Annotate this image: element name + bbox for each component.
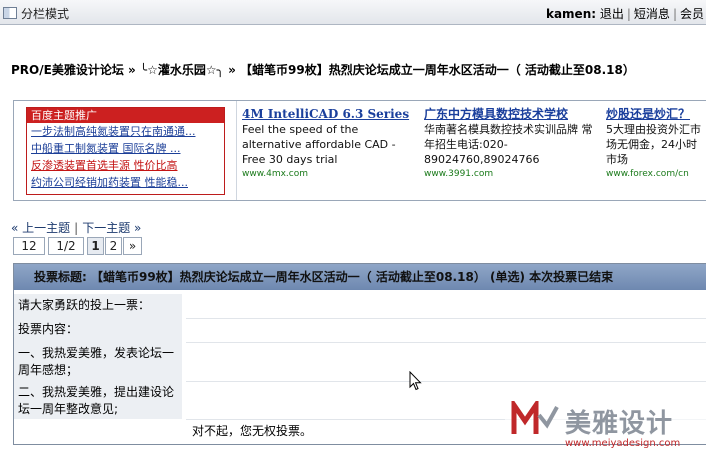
poll-value	[186, 294, 706, 319]
text-ad-link[interactable]: 中船重工制氮装置 国际名牌 ...	[27, 140, 224, 157]
poll-title: 投票标题: 【蜡笔币99枚】热烈庆论坛成立一周年水区活动一（ 活动截止至08.1…	[14, 264, 706, 290]
ad-title[interactable]: 4M IntelliCAD 6.3 Series	[242, 107, 414, 122]
ad-divider	[236, 101, 237, 200]
poll-value	[186, 318, 706, 343]
poll-label: 请大家勇跃的投上一票：	[14, 294, 182, 318]
ad-url[interactable]: www.3991.com	[424, 167, 599, 182]
text-ad-link[interactable]: 反渗透装置首选丰源 性价比高	[27, 157, 224, 174]
watermark-url: www.meiyadesign.com	[565, 438, 681, 449]
poll-option-label: 二、我热爱美雅，提出建设论坛一周年整改意见;	[14, 381, 182, 419]
page-button[interactable]: 2	[105, 237, 122, 255]
ad-item[interactable]: 炒股还是炒汇？ 5大理由投资外汇市场无佣金，24小时市场 www.forex.c…	[606, 107, 706, 182]
view-mode-toggle[interactable]: 分栏模式	[3, 5, 69, 22]
messages-link[interactable]: 短消息	[634, 7, 670, 21]
text-ad-link[interactable]: 约沛公司经销加药装置 性能稳...	[27, 174, 224, 191]
ad-item[interactable]: 广东中方模具数控技术学校 华南著名模具数控技术实训品牌 常年招生电话:020-8…	[424, 107, 599, 182]
ad-desc: 5大理由投资外汇市场无佣金，24小时市场	[606, 123, 701, 166]
ad-item[interactable]: 4M IntelliCAD 6.3 Series Feel the speed …	[242, 107, 414, 182]
poll-row: 投票内容：	[14, 318, 706, 343]
ad-title[interactable]: 炒股还是炒汇？	[606, 107, 706, 122]
top-bar: 分栏模式 kamen: 退出 | 短消息 | 会员	[0, 0, 706, 25]
page-count: 12	[13, 237, 45, 255]
split-view-icon	[3, 7, 17, 19]
logout-link[interactable]: 退出	[600, 7, 624, 21]
member-link[interactable]: 会员	[680, 7, 704, 21]
ad-box: 百度主题推广 一步法制高纯氮装置只在南通通... 中船重工制氮装置 国际名牌 .…	[13, 100, 706, 201]
ad-url[interactable]: www.forex.com/cn	[606, 167, 706, 182]
poll-option-value	[186, 342, 706, 382]
next-topic-link[interactable]: 下一主题 »	[82, 221, 141, 235]
next-page-button[interactable]: »	[123, 237, 142, 255]
topic-nav: « 上一主题 | 下一主题 »	[11, 221, 142, 235]
poll-row: 请大家勇跃的投上一票：	[14, 294, 706, 319]
text-ad-link[interactable]: 一步法制高纯氮装置只在南通通...	[27, 123, 224, 140]
text-ad-header: 百度主题推广	[27, 108, 224, 123]
text-ad-block: 百度主题推广 一步法制高纯氮装置只在南通通... 中船重工制氮装置 国际名牌 .…	[26, 107, 225, 195]
prev-topic-link[interactable]: « 上一主题	[11, 221, 70, 235]
poll-option-label: 一、我热爱美雅，发表论坛一周年感想；	[14, 342, 182, 381]
poll-label: 投票内容：	[14, 318, 182, 342]
watermark-name: 美雅设计	[565, 409, 674, 439]
breadcrumb[interactable]: PRO/E美雅设计论坛 » ╰☆灌水乐园☆╮ » 【蜡笔币99枚】热烈庆论坛成立…	[11, 61, 635, 78]
username: kamen:	[545, 7, 597, 21]
page-indicator: 1/2	[48, 237, 84, 255]
page-button-current: 1	[87, 237, 104, 255]
watermark: 美雅设计 www.meiyadesign.com	[505, 399, 706, 452]
no-vote-permission-text: 对不起，您无权投票。	[192, 424, 313, 438]
poll-option-row: 一、我热爱美雅，发表论坛一周年感想；	[14, 342, 706, 382]
ad-url[interactable]: www.4mx.com	[242, 167, 414, 182]
meiya-logo-icon	[511, 401, 559, 434]
ad-desc: 华南著名模具数控技术实训品牌 常年招生电话:020-89024760,89024…	[424, 123, 593, 166]
ad-desc: Feel the speed of the alternative afford…	[242, 123, 396, 166]
mouse-cursor-icon	[409, 371, 422, 391]
ad-title[interactable]: 广东中方模具数控技术学校	[424, 107, 599, 122]
user-menu: kamen: 退出 | 短消息 | 会员	[545, 7, 704, 21]
